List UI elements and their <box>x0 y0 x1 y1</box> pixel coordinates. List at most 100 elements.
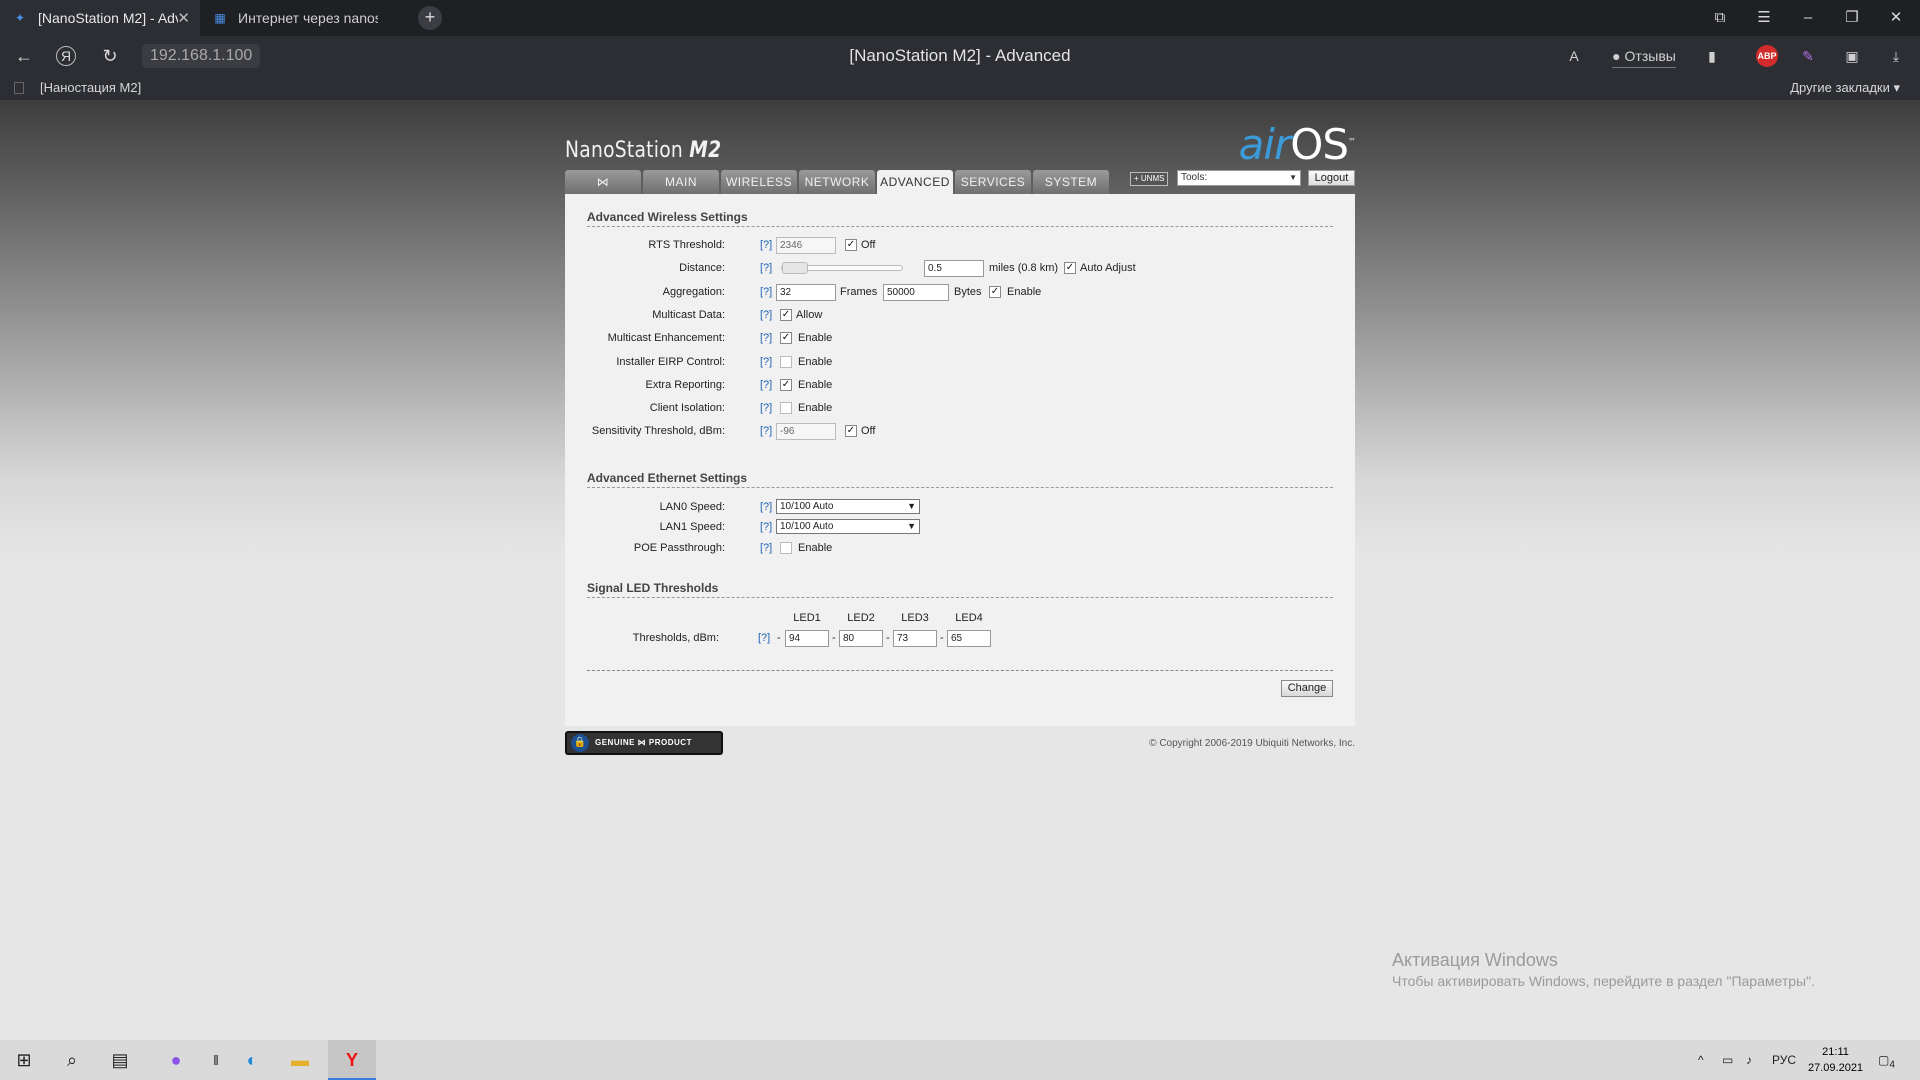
logout-button[interactable]: Logout <box>1308 170 1355 186</box>
aggregation-bytes-input[interactable]: 50000 <box>883 284 949 301</box>
section-title-wireless: Advanced Wireless Settings <box>587 210 1333 227</box>
tab-main[interactable]: MAIN <box>643 170 719 194</box>
help-link[interactable]: [?] <box>760 501 772 513</box>
auto-adjust-checkbox[interactable]: ✓ <box>1064 262 1076 274</box>
yandex-browser-icon[interactable]: Y <box>340 1048 364 1072</box>
client-isolation-checkbox[interactable] <box>780 402 792 414</box>
tab-nanostation-advanced[interactable]: ✦ [NanoStation M2] - Advanced ✕ <box>0 0 200 36</box>
activation-watermark-text: Чтобы активировать Windows, перейдите в … <box>1392 973 1815 989</box>
windows-start-icon[interactable]: ⊞ <box>12 1048 36 1072</box>
tab-title: Интернет через nanostation <box>238 10 378 26</box>
led1-input[interactable]: 94 <box>785 630 829 647</box>
new-tab-button[interactable]: + <box>418 6 442 30</box>
change-button[interactable]: Change <box>1281 680 1333 697</box>
bookmark-panel-icon[interactable]: ⧉ <box>1708 6 1732 30</box>
help-link[interactable]: [?] <box>760 402 772 414</box>
search-icon[interactable]: ⌕ <box>60 1048 84 1072</box>
lan1-speed-select[interactable]: 10/100 Auto ▼ <box>776 519 920 534</box>
chevron-up-icon[interactable]: ^ <box>1698 1040 1704 1080</box>
grid-icon: ▦ <box>214 11 226 25</box>
rts-off-checkbox[interactable]: ✓ <box>845 239 857 251</box>
reload-icon[interactable]: ↻ <box>98 44 122 68</box>
distance-input[interactable]: 0.5 <box>924 260 984 277</box>
chevron-down-icon: ▼ <box>907 521 916 531</box>
yandex-icon[interactable]: Я <box>56 46 76 66</box>
url-input[interactable]: 192.168.1.100 <box>142 44 261 68</box>
network-icon[interactable]: ▭ <box>1722 1040 1733 1080</box>
minimize-icon[interactable]: – <box>1796 6 1820 30</box>
help-link[interactable]: [?] <box>760 425 772 437</box>
help-link[interactable]: [?] <box>760 262 772 274</box>
led2-header: LED2 <box>847 612 875 624</box>
tools-select[interactable]: Tools: ▼ <box>1177 170 1301 186</box>
bookmark-icon[interactable]: ▮ <box>1700 44 1724 68</box>
task-view-icon[interactable]: ▤ <box>108 1048 132 1072</box>
tab-internet-nanostation[interactable]: ▦ Интернет через nanostation <box>200 0 400 36</box>
sensitivity-off-checkbox[interactable]: ✓ <box>845 425 857 437</box>
lan0-speed-select[interactable]: 10/100 Auto ▼ <box>776 499 920 514</box>
led2-input[interactable]: 80 <box>839 630 883 647</box>
product-brand: NanoStation M2 <box>565 138 722 163</box>
rts-row: RTS Threshold: [?] 2346 ✓ Off <box>565 236 1355 256</box>
tab-advanced[interactable]: ADVANCED <box>877 170 953 194</box>
page-viewport: NanoStation M2 airOS™ ⋈ MAIN WIRELESS NE… <box>0 100 1920 1040</box>
feather-icon[interactable]: ✎ <box>1796 44 1820 68</box>
tab-wireless[interactable]: WIRELESS <box>721 170 797 194</box>
slider-handle[interactable] <box>782 262 808 274</box>
chevron-down-icon: ▼ <box>907 501 916 511</box>
tab-ubnt-logo[interactable]: ⋈ <box>565 170 641 194</box>
collections-icon[interactable]: ▣ <box>1840 44 1864 68</box>
multicast-enhancement-checkbox[interactable]: ✓ <box>780 332 792 344</box>
led-thresholds-row: Thresholds, dBm: [?] - 94 - 80 - 73 - 65 <box>565 629 1355 649</box>
adblock-icon[interactable]: ABP <box>1756 45 1778 67</box>
folder-icon[interactable]: ▬ <box>288 1048 312 1072</box>
close-icon[interactable]: ✕ <box>177 9 190 27</box>
aggregation-frames-input[interactable]: 32 <box>776 284 836 301</box>
bookmarks-bar: [Наностация М2] Другие закладки ▾ <box>0 76 1920 100</box>
aggregation-enable-checkbox[interactable]: ✓ <box>989 286 1001 298</box>
bookmark-item[interactable]: [Наностация М2] <box>14 80 141 95</box>
eirp-enable-checkbox[interactable] <box>780 356 792 368</box>
language-indicator[interactable]: РУС <box>1772 1040 1796 1080</box>
back-icon[interactable]: ← <box>12 44 36 68</box>
distance-slider[interactable] <box>781 262 903 274</box>
help-link[interactable]: [?] <box>760 356 772 368</box>
alice-icon[interactable]: ● <box>164 1048 188 1072</box>
tab-system[interactable]: SYSTEM <box>1033 170 1109 194</box>
sensitivity-input[interactable]: -96 <box>776 423 836 440</box>
help-link[interactable]: [?] <box>760 521 772 533</box>
other-bookmarks[interactable]: Другие закладки ▾ <box>1790 80 1900 96</box>
translate-icon[interactable]: A <box>1562 44 1586 68</box>
extra-reporting-checkbox[interactable]: ✓ <box>780 379 792 391</box>
tab-services[interactable]: SERVICES <box>955 170 1031 194</box>
help-link[interactable]: [?] <box>760 542 772 554</box>
divider <box>587 670 1333 671</box>
volume-icon[interactable]: ♪ <box>1746 1040 1752 1080</box>
notifications-icon[interactable]: ▢4 <box>1878 1040 1895 1080</box>
help-link[interactable]: [?] <box>758 632 770 644</box>
rts-threshold-input[interactable]: 2346 <box>776 237 836 254</box>
section-title-ethernet: Advanced Ethernet Settings <box>587 471 1333 488</box>
feedback-button[interactable]: ● Отзывы <box>1612 44 1676 68</box>
led3-input[interactable]: 73 <box>893 630 937 647</box>
help-link[interactable]: [?] <box>760 379 772 391</box>
led4-input[interactable]: 65 <box>947 630 991 647</box>
extra-reporting-row: Extra Reporting: [?] ✓ Enable <box>645 379 833 391</box>
tab-network[interactable]: NETWORK <box>799 170 875 194</box>
close-window-icon[interactable]: ✕ <box>1884 6 1908 30</box>
poe-enable-checkbox[interactable] <box>780 542 792 554</box>
led1-header: LED1 <box>793 612 821 624</box>
led3-header: LED3 <box>901 612 929 624</box>
multicast-allow-checkbox[interactable]: ✓ <box>780 309 792 321</box>
menu-icon[interactable]: ☰ <box>1752 6 1776 30</box>
unms-button[interactable]: + UNMS <box>1130 172 1169 186</box>
download-icon[interactable]: ⤓ <box>1884 44 1908 68</box>
sensitivity-row: Sensitivity Threshold, dBm: [?] -96 ✓ Of… <box>565 422 1355 442</box>
restore-icon[interactable]: ❐ <box>1840 6 1864 30</box>
help-link[interactable]: [?] <box>760 332 772 344</box>
clock[interactable]: 21:11 27.09.2021 <box>1808 1044 1863 1076</box>
help-link[interactable]: [?] <box>760 309 772 321</box>
edge-icon[interactable]: ◐ <box>240 1048 264 1072</box>
help-link[interactable]: [?] <box>760 286 772 298</box>
help-link[interactable]: [?] <box>760 239 772 251</box>
